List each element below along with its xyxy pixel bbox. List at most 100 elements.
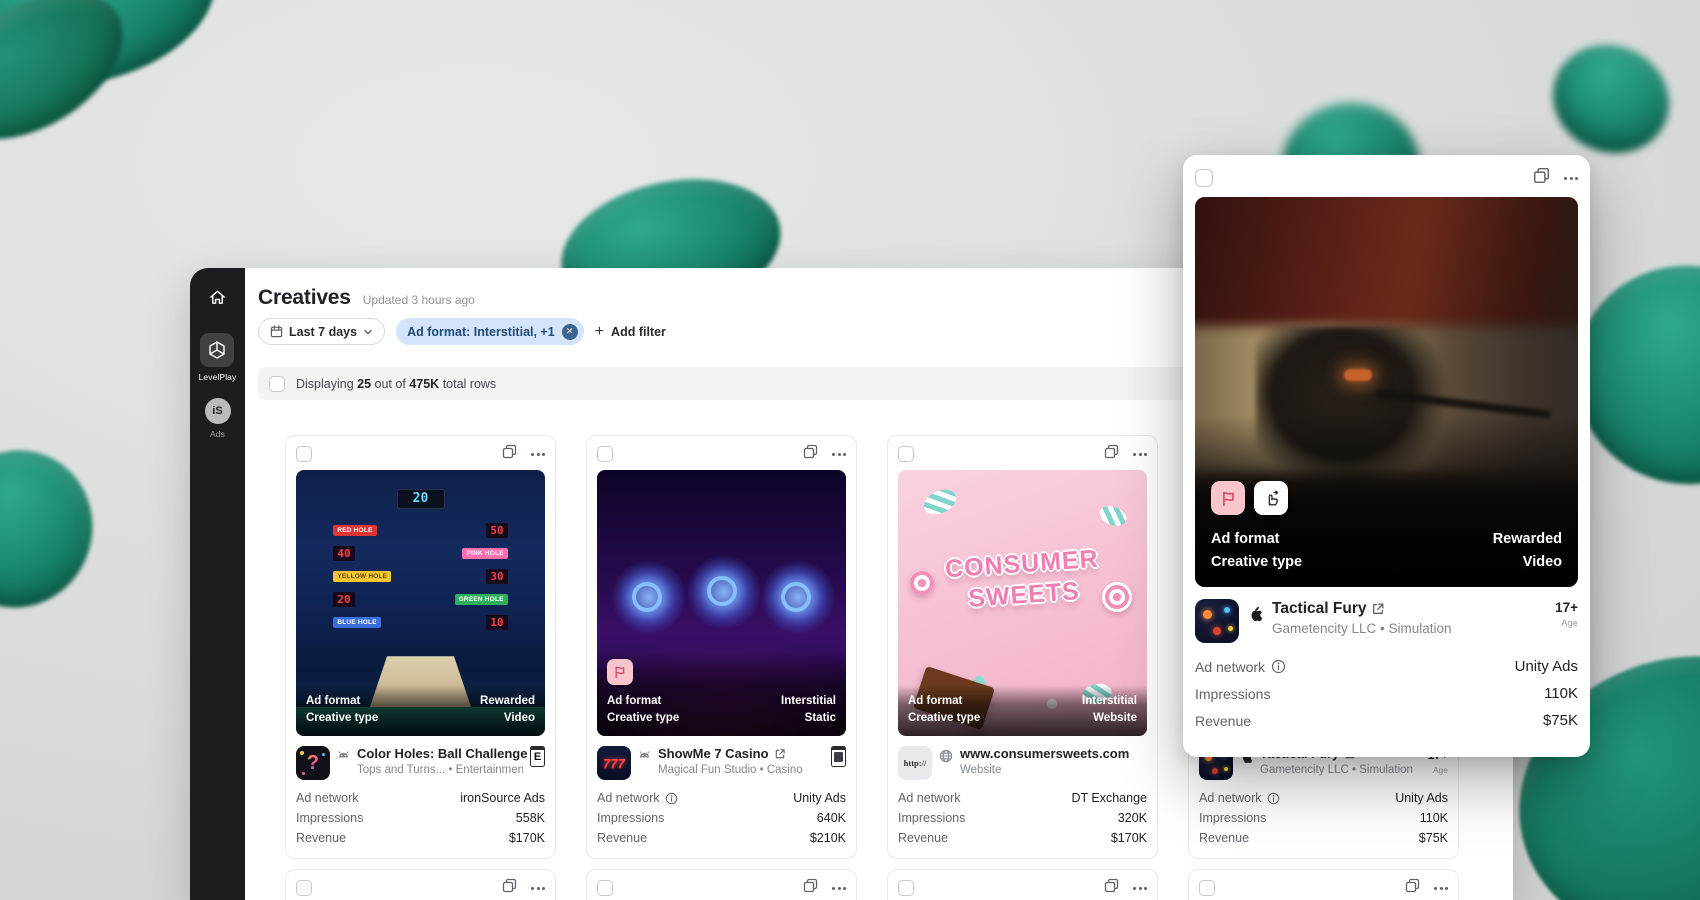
tap-gesture-icon[interactable] — [1254, 481, 1288, 515]
creative-overlay: Ad formatInterstitial Creative typeStati… — [597, 651, 846, 736]
app-icon — [1195, 599, 1239, 643]
arcade-score-display: 20 — [397, 489, 445, 509]
external-link-icon[interactable] — [1371, 602, 1385, 616]
calendar-icon — [270, 325, 283, 338]
duplicate-icon[interactable] — [1405, 878, 1420, 898]
publisher-category: Gametencity LLC • Simulation — [1260, 764, 1421, 776]
ironsource-icon: iS — [205, 398, 231, 424]
expanded-creative-card: Ad formatRewarded Creative typeVideo Tac… — [1183, 155, 1590, 757]
updated-timestamp: Updated 3 hours ago — [363, 293, 475, 307]
add-filter-label: Add filter — [611, 325, 666, 339]
duplicate-icon[interactable] — [502, 444, 517, 464]
card-checkbox[interactable] — [1199, 880, 1215, 896]
card-header — [597, 446, 846, 462]
results-summary-text: Displaying 25 out of 475K total rows — [296, 377, 496, 391]
chip-close-icon[interactable]: ✕ — [562, 324, 578, 340]
goggle-glow — [1344, 369, 1372, 381]
card-stats: Ad network Unity Ads Impressions110K Rev… — [1195, 653, 1578, 734]
website-url: www.consumersweets.com — [960, 746, 1129, 762]
card-checkbox[interactable] — [597, 446, 613, 462]
app-info-row: ? Color Holes: Ball Challenge — [296, 746, 545, 780]
add-filter-button[interactable]: + Add filter — [595, 324, 666, 340]
filter-chip-ad-format[interactable]: Ad format: Interstitial, +1 ✕ — [396, 318, 584, 345]
skeeball-ring — [781, 582, 811, 612]
more-options-icon[interactable] — [1434, 887, 1448, 890]
external-link-icon[interactable] — [774, 748, 786, 760]
creative-card — [586, 869, 857, 900]
home-icon[interactable] — [208, 288, 227, 307]
creative-preview-large[interactable]: Ad formatRewarded Creative typeVideo — [1195, 197, 1578, 587]
more-options-icon[interactable] — [1133, 453, 1147, 456]
sidebar-item-ads[interactable]: iS Ads — [205, 398, 231, 439]
card-stats: Ad network Unity Ads Impressions640K Rev… — [597, 788, 846, 848]
more-options-icon[interactable] — [531, 453, 545, 456]
more-options-icon[interactable] — [531, 887, 545, 890]
more-options-icon[interactable] — [832, 887, 846, 890]
candy-brand-text: CONSUMER SWEETS — [944, 545, 1102, 616]
duplicate-icon[interactable] — [502, 878, 517, 898]
android-icon — [337, 749, 350, 767]
teal-disc-decoration — [0, 431, 113, 628]
hole-label: BLUE HOLE — [333, 617, 380, 628]
sidebar: LevelPlay iS Ads — [190, 268, 245, 900]
card-checkbox[interactable] — [1195, 169, 1213, 187]
app-icon: ? — [296, 746, 330, 780]
sidebar-item-label: LevelPlay — [199, 372, 237, 382]
lollipop-shape — [910, 571, 934, 595]
duplicate-icon[interactable] — [1104, 878, 1119, 898]
card-checkbox[interactable] — [898, 880, 914, 896]
card-header — [898, 446, 1147, 462]
filter-chip-label: Ad format: Interstitial, +1 — [407, 325, 555, 339]
creative-card — [887, 869, 1158, 900]
card-stats: Ad networkironSource Ads Impressions558K… — [296, 788, 545, 848]
flag-icon[interactable] — [1211, 481, 1245, 515]
chevron-down-icon — [363, 327, 373, 337]
card-checkbox[interactable] — [296, 446, 312, 462]
lollipop-shape — [1102, 582, 1132, 612]
flag-icon[interactable] — [607, 659, 633, 685]
creative-preview[interactable]: CONSUMER SWEETS Ad formatInterstitial Cr… — [898, 470, 1147, 736]
creative-card: Ad formatInterstitial Creative typeStati… — [586, 435, 857, 859]
card-checkbox[interactable] — [898, 446, 914, 462]
age-rating: 17+Age — [1555, 599, 1578, 629]
card-checkbox[interactable] — [296, 880, 312, 896]
candy-shape — [1097, 503, 1129, 529]
creative-preview[interactable]: Ad formatInterstitial Creative typeStati… — [597, 470, 846, 736]
info-icon[interactable] — [1267, 792, 1280, 805]
card-checkbox[interactable] — [597, 880, 613, 896]
card-header — [296, 446, 545, 462]
publisher-category: Magical Fun Studio • Casino — [658, 764, 824, 776]
creative-card — [1188, 869, 1459, 900]
card-header — [1195, 167, 1578, 189]
hole-label: RED HOLE — [333, 525, 376, 536]
duplicate-icon[interactable] — [1533, 167, 1550, 189]
card-stats: Ad networkDT Exchange Impressions320K Re… — [898, 788, 1147, 848]
creative-overlay: Ad formatInterstitial Creative typeWebsi… — [898, 685, 1147, 736]
more-options-icon[interactable] — [1133, 887, 1147, 890]
card-stats: Ad network Unity Ads Impressions110K Rev… — [1199, 788, 1448, 848]
publisher-category: Tops and Turns... • Entertainment — [357, 764, 523, 776]
info-icon[interactable] — [1271, 659, 1286, 674]
sidebar-item-label: Ads — [210, 429, 225, 439]
duplicate-icon[interactable] — [803, 444, 818, 464]
more-options-icon[interactable] — [1564, 177, 1578, 180]
select-all-checkbox[interactable] — [269, 376, 285, 392]
app-info-row: Tactical Fury Gametencity LLC • Simulati… — [1195, 599, 1578, 643]
plus-icon: + — [595, 324, 604, 340]
date-range-button[interactable]: Last 7 days — [258, 318, 385, 345]
app-name: Tactical Fury — [1272, 599, 1366, 618]
skeeball-ring — [707, 576, 737, 606]
creative-overlay: Ad formatRewarded Creative typeVideo — [296, 685, 545, 736]
app-info-row: 777 ShowMe 7 Casino Magical Fun Studio •… — [597, 746, 846, 780]
creative-preview[interactable]: 20 RED HOLE50 PINK HOLE40 YELLOW HOLE30 … — [296, 470, 545, 736]
more-options-icon[interactable] — [832, 453, 846, 456]
duplicate-icon[interactable] — [803, 878, 818, 898]
candy-shape — [920, 485, 960, 519]
hole-label: PINK HOLE — [462, 548, 507, 559]
arcade-hole-labels: RED HOLE50 PINK HOLE40 YELLOW HOLE30 GRE… — [333, 523, 507, 630]
sidebar-item-levelplay[interactable]: LevelPlay — [199, 333, 237, 382]
teal-disc-decoration — [1536, 27, 1687, 172]
unity-cube-icon — [200, 333, 234, 367]
duplicate-icon[interactable] — [1104, 444, 1119, 464]
info-icon[interactable] — [665, 792, 678, 805]
